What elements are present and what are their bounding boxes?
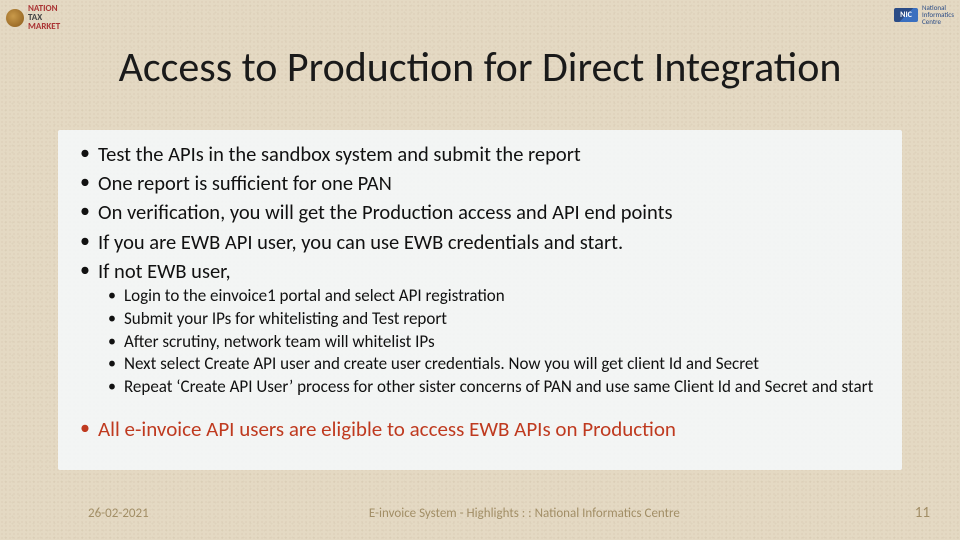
bullet-text: Next select Create API user and create u… <box>124 353 759 374</box>
footer-page: 11 <box>900 504 930 522</box>
list-item: Login to the einvoice1 portal and select… <box>106 286 884 307</box>
logo-right: National Informatics Centre <box>894 4 954 25</box>
footer-date: 26-02-2021 <box>88 506 149 521</box>
page-title: Access to Production for Direct Integrat… <box>0 42 960 93</box>
nic-icon <box>894 8 918 22</box>
bullet-text: If you are EWB API user, you can use EWB… <box>98 229 623 255</box>
list-item: Repeat ‘Create API User’ process for oth… <box>106 377 884 398</box>
footer-center: E-invoice System - Highlights : : Nation… <box>149 506 900 521</box>
bullet-text: Repeat ‘Create API User’ process for oth… <box>124 376 873 397</box>
logo-right-line3: Centre <box>922 18 954 25</box>
list-item: One report is sufficient for one PAN <box>76 170 884 196</box>
list-item: Test the APIs in the sandbox system and … <box>76 141 884 167</box>
bullet-text: Submit your IPs for whitelisting and Tes… <box>124 308 447 329</box>
bullet-text: One report is sufficient for one PAN <box>98 170 392 196</box>
content-box: Test the APIs in the sandbox system and … <box>58 130 902 470</box>
list-item: If you are EWB API user, you can use EWB… <box>76 229 884 255</box>
nested-list: Login to the einvoice1 portal and select… <box>106 286 884 398</box>
emblem-icon <box>6 9 24 27</box>
bullet-text: If not EWB user, <box>98 258 231 284</box>
bullet-text: Login to the einvoice1 portal and select… <box>124 285 505 306</box>
bullet-text: Test the APIs in the sandbox system and … <box>98 141 581 167</box>
bullet-text: On verification, you will get the Produc… <box>98 199 672 225</box>
highlight-text: All e-invoice API users are eligible to … <box>98 416 676 442</box>
highlight-line: All e-invoice API users are eligible to … <box>76 416 884 442</box>
list-item: Submit your IPs for whitelisting and Tes… <box>106 309 884 330</box>
footer: 26-02-2021 E-invoice System - Highlights… <box>0 504 960 522</box>
list-item: On verification, you will get the Produc… <box>76 199 884 225</box>
list-item: Next select Create API user and create u… <box>106 354 884 375</box>
bullet-text: After scrutiny, network team will whitel… <box>124 331 435 352</box>
primary-list: Test the APIs in the sandbox system and … <box>76 141 884 398</box>
logo-left-line3: MARKET <box>28 22 60 31</box>
list-item: If not EWB user, Login to the einvoice1 … <box>76 258 884 398</box>
list-item: After scrutiny, network team will whitel… <box>106 332 884 353</box>
logo-left: NATION TAX MARKET <box>6 4 60 31</box>
